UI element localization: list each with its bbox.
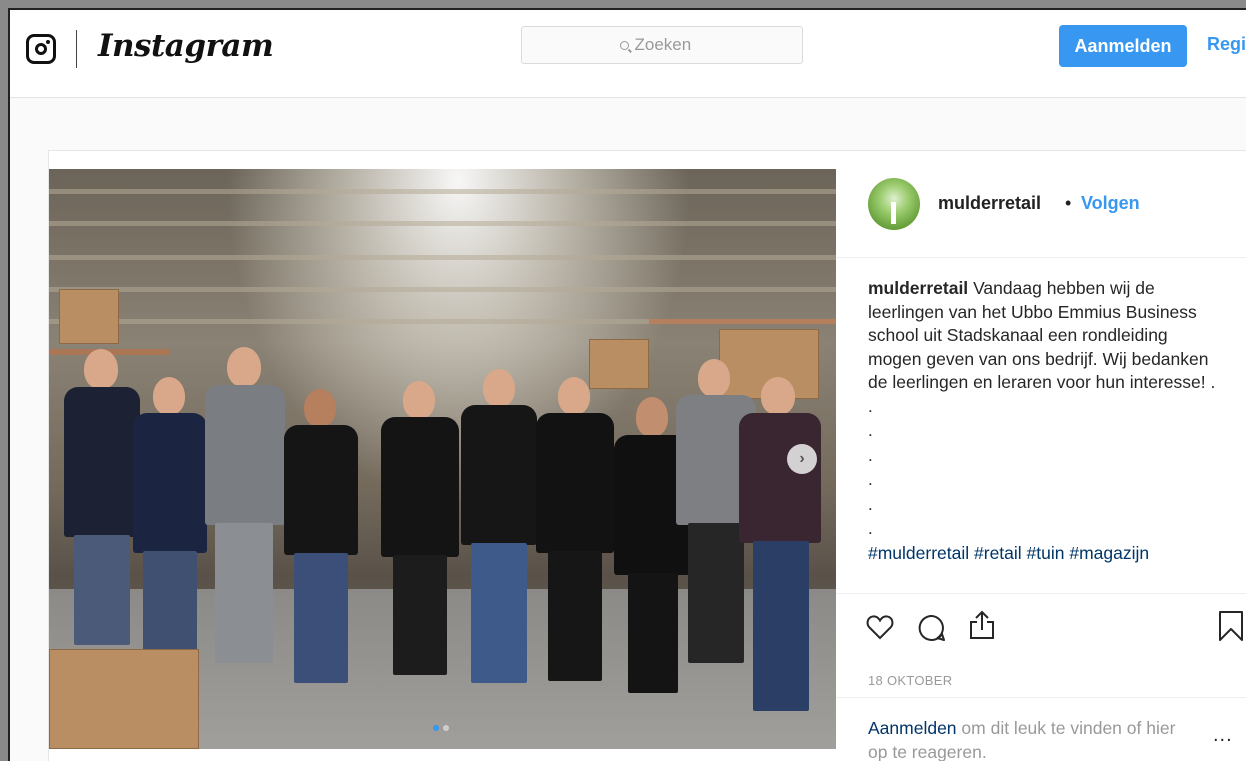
post-photo[interactable]: › [49, 169, 836, 749]
caption-hashtags[interactable]: #mulderretail #retail #tuin #magazijn [868, 542, 1218, 566]
search-icon [619, 40, 629, 50]
caption-dot: . [868, 445, 873, 465]
instagram-wordmark[interactable]: Instagram [98, 28, 274, 64]
browser-viewport: Instagram Aanmelden Regis [8, 8, 1246, 761]
carousel-indicator [433, 725, 449, 731]
login-prompt: Aanmelden om dit leuk te vinden of hier … [868, 716, 1178, 761]
register-link[interactable]: Regis [1207, 34, 1246, 55]
ceiling-beam [49, 287, 836, 292]
shelf [649, 319, 836, 324]
instagram-camera-icon[interactable] [26, 34, 56, 64]
author-handle[interactable]: mulderretail [938, 193, 1041, 214]
more-options-icon[interactable]: ... [1213, 724, 1233, 747]
chevron-right-icon[interactable]: › [787, 444, 817, 474]
comment-icon[interactable] [918, 614, 946, 642]
separator: • [1065, 193, 1072, 213]
ceiling-beam [49, 189, 836, 194]
cardboard-box [49, 649, 199, 749]
top-navigation: Instagram Aanmelden Regis [10, 10, 1246, 98]
follow-button[interactable]: Volgen [1081, 193, 1140, 214]
caption-dot: . [868, 396, 873, 416]
caption-dot: . [868, 494, 873, 514]
logo-divider [76, 30, 77, 68]
post-caption: mulderretail Vandaag hebben wij de leerl… [868, 277, 1218, 565]
post-date[interactable]: 18 OKTOBER [868, 673, 952, 688]
login-button[interactable]: Aanmelden [1059, 25, 1187, 67]
share-icon[interactable] [968, 610, 996, 640]
cardboard-box [59, 289, 119, 344]
caption-dot: . [868, 519, 873, 538]
cardboard-box [589, 339, 649, 389]
ceiling-beam [49, 255, 836, 260]
bookmark-icon[interactable] [1218, 610, 1244, 642]
carousel-dot [443, 725, 449, 731]
post-card: › mulderretail • Volgen mulderretail Van… [48, 150, 1246, 761]
heart-icon[interactable] [866, 614, 894, 640]
post-header: mulderretail • Volgen [836, 151, 1246, 258]
carousel-dot-active [433, 725, 439, 731]
post-footer: Aanmelden om dit leuk te vinden of hier … [836, 697, 1246, 761]
caption-handle[interactable]: mulderretail [868, 278, 968, 298]
caption-dot: . [868, 470, 873, 489]
ceiling-beam [49, 221, 836, 226]
search-box[interactable] [521, 26, 803, 64]
post-sidebar: mulderretail • Volgen mulderretail Vanda… [836, 151, 1246, 761]
post-actions [836, 593, 1246, 663]
avatar[interactable] [868, 178, 920, 230]
login-link[interactable]: Aanmelden [868, 718, 957, 738]
caption-dot: . [868, 421, 873, 440]
search-input[interactable] [634, 35, 705, 55]
